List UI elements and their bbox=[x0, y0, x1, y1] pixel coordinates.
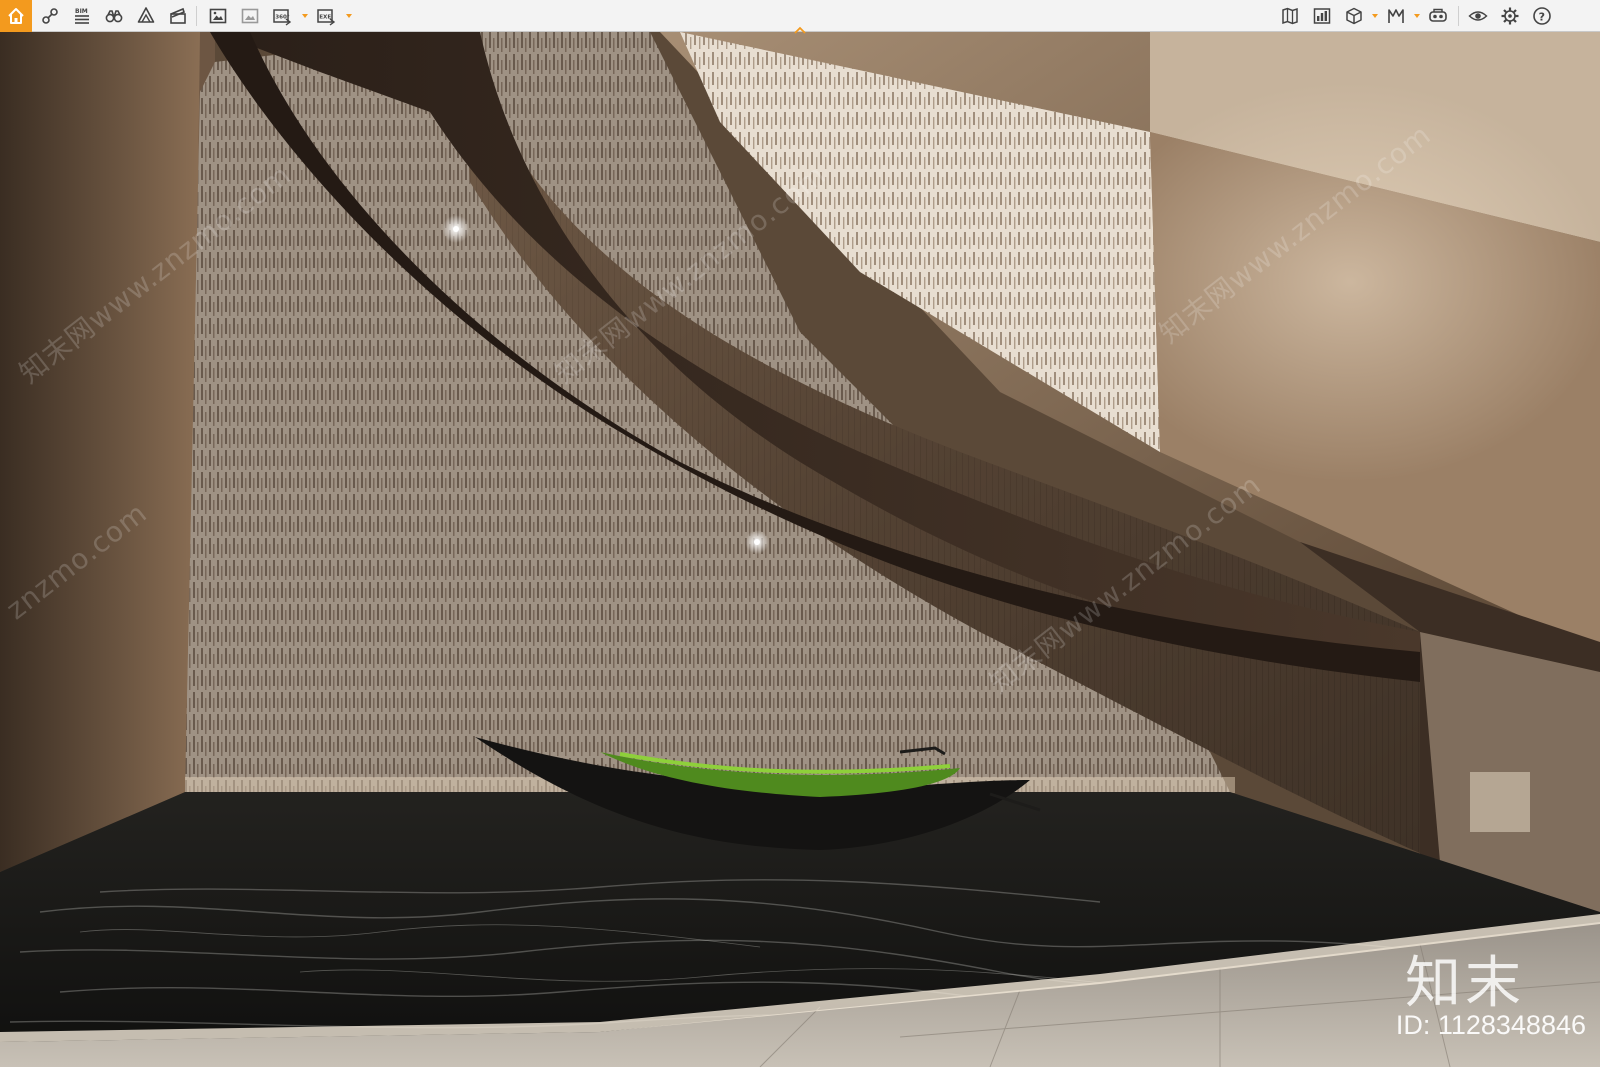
eye-icon bbox=[1468, 11, 1488, 21]
screenshot-button[interactable] bbox=[206, 4, 230, 28]
animation-button[interactable] bbox=[166, 4, 190, 28]
toolbar-divider bbox=[1458, 6, 1459, 26]
render-button[interactable] bbox=[238, 4, 262, 28]
gear-icon bbox=[1501, 7, 1519, 25]
stats-button[interactable] bbox=[1310, 4, 1334, 28]
vr-icon bbox=[1429, 8, 1447, 22]
help-icon: ? bbox=[1533, 7, 1551, 25]
home-icon bbox=[8, 8, 24, 24]
settings-button[interactable] bbox=[1498, 4, 1522, 28]
home-button[interactable] bbox=[0, 0, 32, 32]
svg-text:EXE: EXE bbox=[319, 15, 331, 21]
vr-button[interactable] bbox=[1426, 4, 1450, 28]
top-toolbar: BIM 360° EXE ? bbox=[0, 0, 1600, 34]
svg-text:?: ? bbox=[1539, 10, 1545, 23]
roam-path-button[interactable] bbox=[1384, 4, 1408, 28]
screenshot-icon bbox=[209, 8, 227, 24]
export-exe-dropdown-icon[interactable] bbox=[346, 12, 352, 20]
toolbar-divider bbox=[196, 6, 197, 26]
terrain-button[interactable] bbox=[134, 4, 158, 28]
view-button[interactable] bbox=[102, 4, 126, 28]
export-360-button[interactable]: 360° bbox=[270, 4, 294, 28]
bim-button[interactable]: BIM bbox=[70, 4, 94, 28]
binoculars-icon bbox=[105, 10, 123, 23]
chart-icon bbox=[1313, 8, 1331, 24]
model-button[interactable] bbox=[1342, 4, 1366, 28]
map-icon bbox=[1282, 7, 1298, 25]
help-button[interactable]: ? bbox=[1530, 4, 1554, 28]
measure-icon bbox=[42, 8, 58, 24]
model-dropdown-icon[interactable] bbox=[1372, 12, 1378, 20]
export-360-dropdown-icon[interactable] bbox=[302, 12, 308, 20]
export-360-icon: 360° bbox=[273, 9, 292, 26]
watermark-logo: 知末 bbox=[1405, 951, 1525, 1016]
render-icon bbox=[241, 8, 259, 24]
mountain-icon bbox=[137, 7, 155, 23]
watermark-id: ID: 1128348846 bbox=[1395, 1010, 1586, 1040]
visibility-button[interactable] bbox=[1466, 4, 1490, 28]
path-icon bbox=[1388, 9, 1404, 23]
export-exe-icon: EXE bbox=[317, 9, 336, 26]
collapse-toolbar-icon[interactable] bbox=[794, 20, 806, 34]
map-button[interactable] bbox=[1278, 4, 1302, 28]
bim-icon: BIM bbox=[75, 8, 89, 24]
export-exe-button[interactable]: EXE bbox=[314, 4, 338, 28]
svg-text:BIM: BIM bbox=[75, 8, 88, 15]
cube-icon bbox=[1346, 7, 1362, 25]
measure-button[interactable] bbox=[38, 4, 62, 28]
clapper-icon bbox=[170, 7, 186, 24]
roam-path-dropdown-icon[interactable] bbox=[1414, 12, 1420, 20]
